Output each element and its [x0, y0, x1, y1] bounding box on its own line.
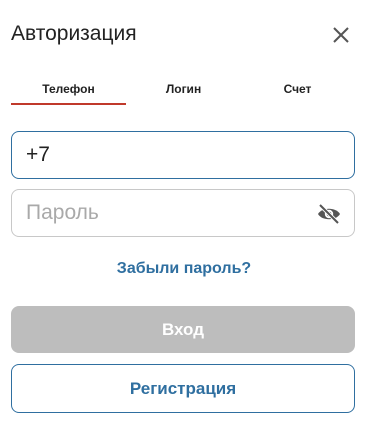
phone-field[interactable]: [11, 131, 355, 179]
modal-title: Авторизация: [11, 22, 137, 45]
tab-login[interactable]: Логин: [126, 74, 241, 104]
auth-modal: Авторизация Телефон Логин Счет Забыли па…: [0, 0, 368, 427]
close-icon: [333, 27, 349, 43]
password-input[interactable]: [26, 201, 340, 225]
toggle-password-visibility-button[interactable]: [316, 202, 342, 226]
close-button[interactable]: [328, 22, 354, 48]
tab-account[interactable]: Счет: [241, 74, 354, 104]
register-button[interactable]: Регистрация: [11, 364, 355, 413]
eye-slash-icon: [318, 203, 340, 225]
forgot-password-link[interactable]: Забыли пароль?: [0, 260, 368, 278]
login-button[interactable]: Вход: [11, 306, 355, 353]
phone-input[interactable]: [26, 143, 340, 167]
tab-phone[interactable]: Телефон: [11, 74, 126, 104]
active-tab-indicator: [11, 103, 126, 105]
password-field[interactable]: [11, 189, 355, 237]
auth-tabs: Телефон Логин Счет: [11, 74, 354, 106]
